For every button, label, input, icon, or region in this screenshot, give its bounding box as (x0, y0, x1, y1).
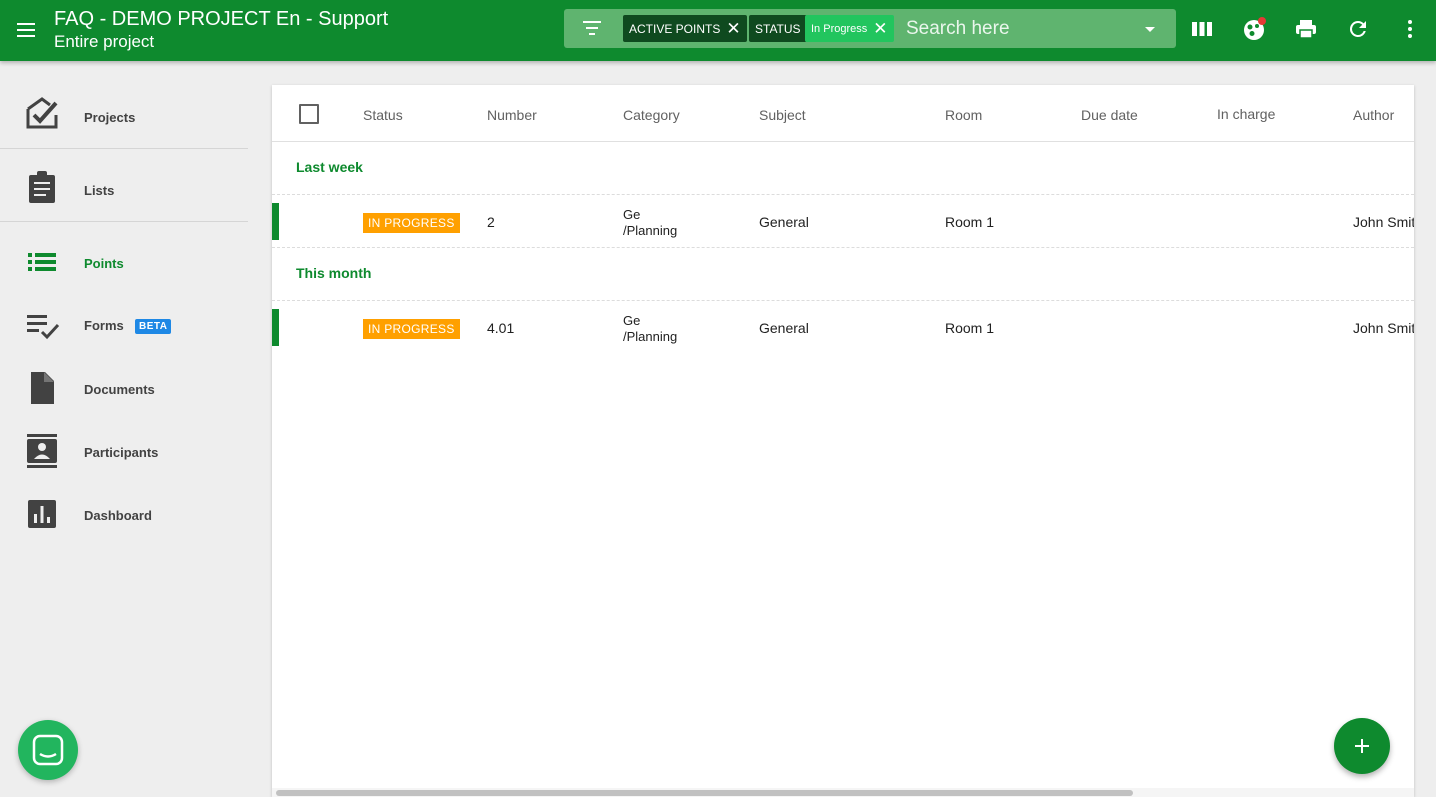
select-all-checkbox[interactable] (299, 104, 319, 124)
filter-icon[interactable] (580, 21, 604, 37)
category-line: /Planning (623, 223, 678, 238)
chip-label: In Progress (811, 22, 868, 35)
sidebar-divider (0, 148, 248, 149)
bar-chart-icon (28, 500, 56, 528)
category-line: Ge (623, 313, 641, 328)
column-header-author[interactable]: Author (1353, 107, 1394, 123)
group-label: Last week (296, 159, 363, 175)
column-header-subject[interactable]: Subject (759, 107, 806, 123)
cell-author: John Smit (1353, 214, 1414, 230)
sidebar-item-points[interactable]: Points (0, 232, 248, 292)
sidebar: Projects Lists Points Forms BETA Documen… (0, 61, 248, 797)
chat-support-button[interactable] (18, 720, 78, 780)
filter-chip-active-points: ACTIVE POINTS ✕ (623, 15, 747, 42)
contacts-icon (27, 434, 57, 468)
add-point-button[interactable] (1334, 718, 1390, 774)
cell-subject: General (759, 320, 809, 336)
row-indicator (272, 203, 279, 240)
refresh-icon[interactable] (1346, 17, 1370, 41)
cell-category: Ge /Planning (623, 313, 677, 345)
sidebar-item-label: Lists (84, 183, 115, 198)
horizontal-scrollbar[interactable] (276, 790, 1133, 796)
clipboard-icon (29, 171, 55, 203)
sidebar-item-label: Dashboard (84, 508, 152, 523)
sidebar-item-label: Documents (84, 382, 155, 397)
list-icon (28, 253, 56, 271)
document-icon (31, 372, 54, 404)
columns-icon[interactable] (1190, 17, 1214, 41)
column-header-status[interactable]: Status (363, 107, 403, 123)
cell-subject: General (759, 214, 809, 230)
checklist-icon (27, 315, 60, 340)
table-row[interactable]: IN PROGRESS 4.01 Ge /Planning General Ro… (272, 301, 1414, 354)
group-header-last-week: Last week (272, 142, 1414, 195)
status-badge: IN PROGRESS (363, 319, 460, 339)
table-row[interactable]: IN PROGRESS 2 Ge /Planning General Room … (272, 195, 1414, 248)
sidebar-item-label: Forms (84, 318, 124, 333)
sidebar-item-lists[interactable]: Lists (0, 159, 248, 219)
cell-category: Ge /Planning (623, 207, 677, 239)
app-header: FAQ - DEMO PROJECT En - Support Entire p… (0, 0, 1436, 61)
page-subtitle: Entire project (54, 32, 155, 51)
column-header-category[interactable]: Category (623, 107, 680, 123)
filter-chip-in-progress: In Progress ✕ (805, 15, 894, 42)
search-input[interactable] (906, 15, 1136, 42)
column-header-due-date[interactable]: Due date (1081, 107, 1138, 123)
column-header-room[interactable]: Room (945, 107, 982, 123)
sidebar-item-dashboard[interactable]: Dashboard (0, 484, 248, 544)
points-table-panel: Status Number Category Subject Room Due … (272, 85, 1414, 797)
filter-bar: ACTIVE POINTS ✕ STATUS In Progress ✕ (564, 9, 1176, 48)
sidebar-item-documents[interactable]: Documents (0, 358, 248, 418)
category-line: Ge (623, 207, 641, 222)
group-label: This month (296, 265, 372, 281)
filter-balls-icon[interactable] (1242, 17, 1266, 41)
cell-author: John Smit (1353, 320, 1414, 336)
print-icon[interactable] (1294, 17, 1318, 41)
group-header-this-month: This month (272, 248, 1414, 301)
beta-badge: BETA (135, 319, 172, 334)
close-icon[interactable]: ✕ (873, 20, 887, 37)
sidebar-item-label: Participants (84, 445, 159, 460)
cell-room: Room 1 (945, 320, 995, 336)
sidebar-item-label: Projects (84, 110, 136, 125)
sidebar-item-label: Points (84, 256, 124, 271)
column-header-in-charge[interactable]: In charge (1217, 106, 1275, 122)
sidebar-item-forms[interactable]: Forms (0, 295, 248, 355)
chip-label: ACTIVE POINTS (629, 21, 721, 36)
row-indicator (272, 309, 279, 346)
filter-chip-status: STATUS (749, 15, 807, 42)
cell-number: 4.01 (487, 320, 515, 336)
plus-icon (1361, 739, 1363, 753)
close-icon[interactable]: ✕ (726, 20, 740, 37)
more-vert-icon[interactable] (1398, 17, 1422, 41)
sidebar-item-participants[interactable]: Participants (0, 421, 248, 481)
table-header: Status Number Category Subject Room Due … (272, 85, 1414, 142)
sidebar-divider (0, 221, 248, 222)
sidebar-item-projects[interactable]: Projects (0, 87, 248, 147)
cell-number: 2 (487, 214, 495, 230)
projects-check-icon (26, 97, 58, 129)
status-badge: IN PROGRESS (363, 213, 460, 233)
title-block: FAQ - DEMO PROJECT En - Support Entire p… (54, 8, 388, 53)
category-line: /Planning (623, 329, 678, 344)
cell-room: Room 1 (945, 214, 995, 230)
chip-label: STATUS (755, 21, 801, 36)
page-title: FAQ - DEMO PROJECT En - Support (54, 8, 389, 30)
hamburger-menu-icon[interactable] (14, 18, 38, 42)
chevron-down-icon[interactable] (1145, 27, 1155, 32)
chat-icon (32, 734, 64, 766)
column-header-number[interactable]: Number (487, 107, 537, 123)
